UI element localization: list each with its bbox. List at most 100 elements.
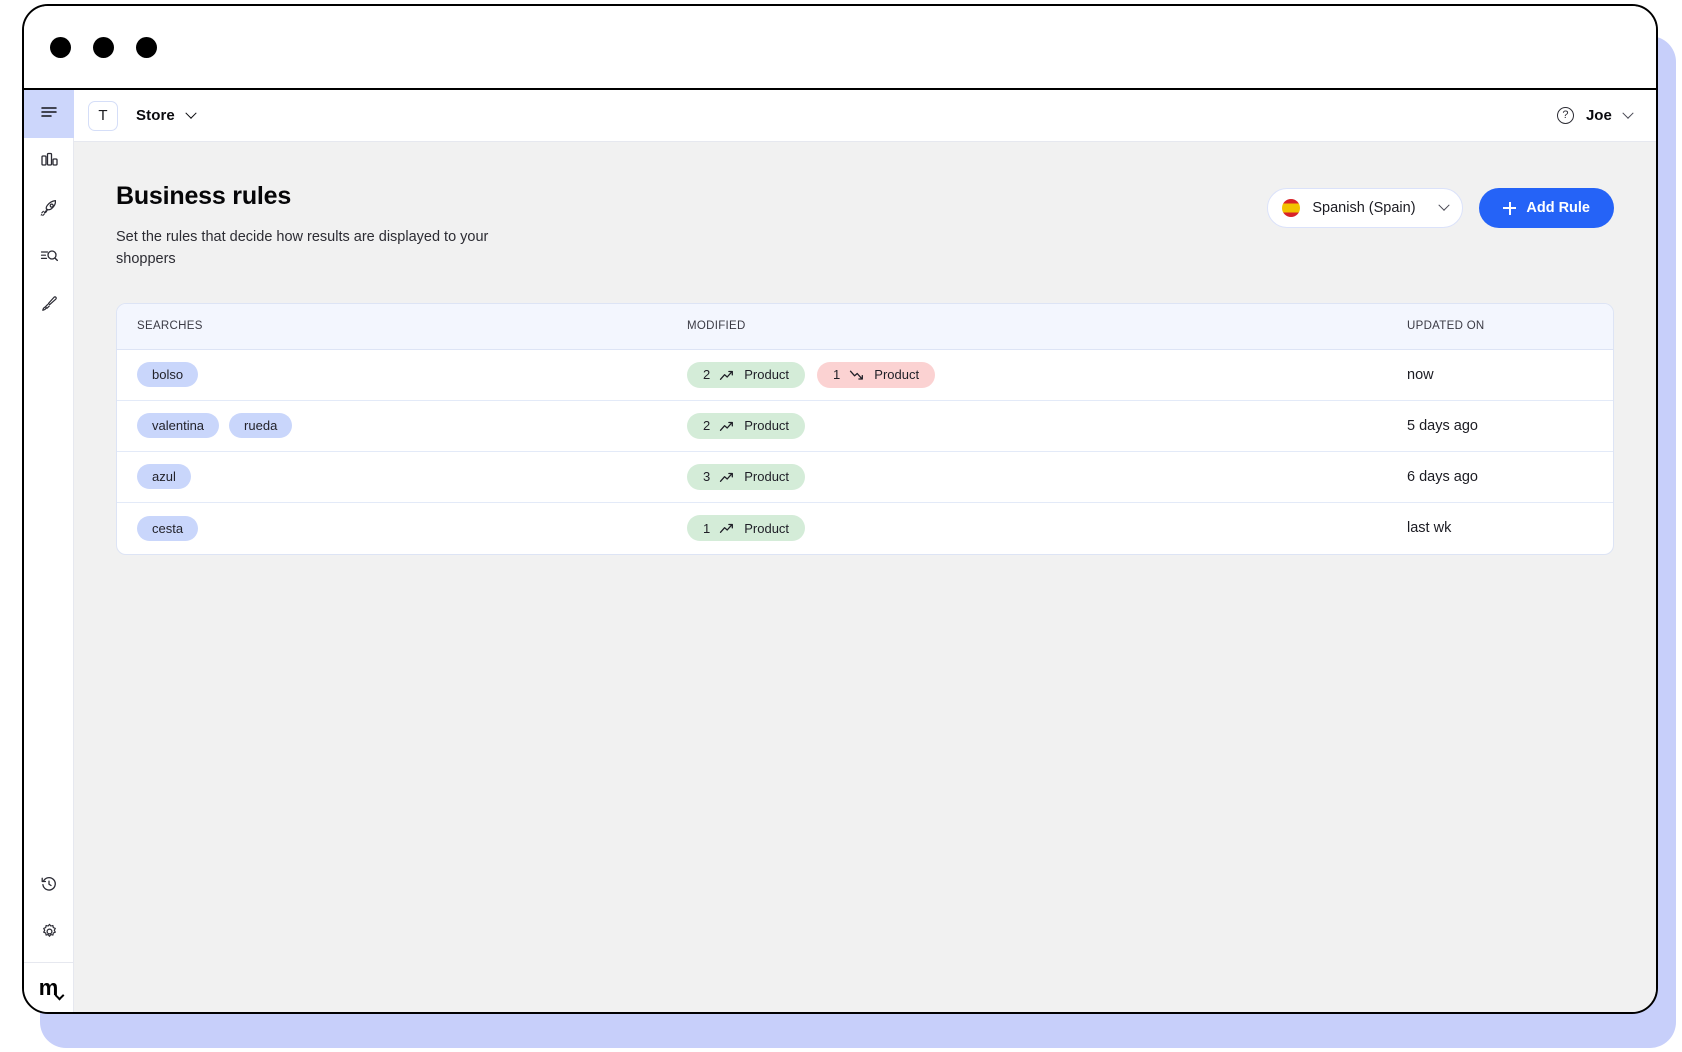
plus-icon (1503, 201, 1517, 215)
table-row[interactable]: valentina rueda 2 Product 5 days ago (117, 401, 1613, 452)
badge-count: 2 (703, 418, 711, 433)
spain-flag-icon (1282, 199, 1301, 217)
chevron-down-icon (185, 107, 197, 119)
store-switcher-label: Store (136, 107, 175, 124)
chevron-down-icon (1438, 199, 1451, 211)
search-term-list: bolso (137, 362, 687, 387)
sidebar-item-menu[interactable] (24, 90, 74, 138)
search-term-list: cesta (137, 515, 687, 541)
sidebar-item-history[interactable] (24, 862, 74, 910)
table-row[interactable]: cesta 1 Product last wk (117, 503, 1613, 554)
cell-modified: 2 Product 1 Product (687, 361, 1407, 388)
bar-chart-icon (40, 151, 59, 174)
search-term-pill[interactable]: rueda (229, 413, 293, 438)
cell-searches: bolso (117, 362, 687, 387)
modified-badge-list: 1 Product (687, 515, 1407, 541)
left-sidebar: m (24, 90, 74, 1012)
search-term-pill[interactable]: cesta (137, 515, 199, 541)
sidebar-item-analytics[interactable] (24, 138, 74, 186)
content-column: T Store ? Joe Business rules Set the rul… (74, 90, 1656, 1012)
cell-modified: 2 Product (687, 412, 1407, 439)
history-clock-icon (40, 875, 58, 898)
business-rules-table: SEARCHES MODIFIED UPDATED ON bolso 2 Produ… (116, 302, 1614, 555)
search-term-list: azul (137, 464, 687, 489)
badge-buried-products: 1 Product (817, 361, 936, 388)
page-content: Business rules Set the rules that decide… (74, 142, 1656, 1012)
sidebar-item-settings[interactable] (24, 910, 74, 958)
app-header: T Store ? Joe (74, 90, 1656, 142)
window-body: m T Store ? Joe Business rules Set the r… (24, 90, 1656, 1012)
gear-icon (40, 922, 59, 946)
cell-searches: valentina rueda (117, 413, 687, 438)
modified-badge-list: 2 Product (687, 412, 1407, 439)
cell-searches: cesta (117, 515, 687, 541)
column-header-modified: MODIFIED (687, 320, 746, 332)
trend-down-icon (849, 368, 865, 382)
window-controls (50, 36, 157, 58)
app-logo[interactable]: m (24, 962, 74, 1012)
screenshot-stage: m T Store ? Joe Business rules Set the r… (0, 0, 1682, 1052)
close-window-button[interactable] (50, 36, 71, 58)
add-rule-button[interactable]: Add Rule (1479, 188, 1614, 228)
trend-up-icon (719, 521, 735, 535)
cell-updated-on: now (1407, 366, 1434, 383)
hamburger-menu-icon (40, 105, 58, 124)
user-menu-label: Joe (1585, 107, 1612, 124)
sidebar-item-launch[interactable] (24, 186, 74, 234)
sidebar-bottom-group (24, 862, 73, 962)
page-title: Business rules (116, 182, 292, 210)
column-header-updated-on: UPDATED ON (1407, 320, 1485, 332)
maximize-window-button[interactable] (136, 36, 157, 58)
table-row[interactable]: bolso 2 Product 1 Product now (117, 350, 1613, 401)
language-selector-label: Spanish (Spain) (1312, 200, 1416, 216)
table-body: bolso 2 Product 1 Product now valentina rueda 2 P… (117, 350, 1613, 554)
page-subtitle: Set the rules that decide how results ar… (116, 229, 489, 267)
search-term-pill[interactable]: valentina (137, 413, 220, 438)
cell-modified: 1 Product (687, 515, 1407, 541)
browser-window: m T Store ? Joe Business rules Set the r… (22, 4, 1658, 1014)
trend-up-icon (719, 419, 735, 433)
badge-count: 3 (703, 469, 711, 484)
language-selector[interactable]: Spanish (Spain) (1267, 188, 1464, 228)
page-header-left: Business rules Set the rules that decide… (116, 182, 1267, 271)
search-term-list: valentina rueda (137, 413, 687, 438)
user-menu[interactable]: Joe (1585, 107, 1634, 124)
badge-count: 2 (703, 367, 711, 382)
badge-label: Product (744, 418, 790, 433)
help-glyph: ? (1562, 109, 1569, 121)
column-header-searches: SEARCHES (137, 320, 203, 332)
search-term-pill[interactable]: azul (137, 464, 191, 489)
store-switcher[interactable]: Store (136, 107, 197, 124)
rocket-icon (39, 198, 59, 223)
badge-label: Product (744, 469, 790, 484)
badge-count: 1 (833, 367, 841, 382)
page-header: Business rules Set the rules that decide… (116, 182, 1614, 271)
cell-updated-on: 6 days ago (1407, 468, 1478, 485)
badge-label: Product (744, 520, 790, 536)
sidebar-item-personalization[interactable] (24, 282, 74, 330)
chevron-down-icon (1622, 107, 1634, 119)
trend-up-icon (719, 368, 735, 382)
badge-boosted-products: 2 Product (687, 361, 806, 388)
cell-updated-on: 5 days ago (1407, 417, 1478, 434)
paintbrush-icon (39, 294, 59, 319)
badge-label: Product (874, 367, 920, 382)
minimize-window-button[interactable] (93, 36, 114, 58)
search-term-pill[interactable]: bolso (137, 362, 199, 387)
page-header-actions: Spanish (Spain) Add Rule (1267, 182, 1614, 228)
trend-up-icon (719, 470, 735, 484)
modified-badge-list: 2 Product 1 Product (687, 361, 1407, 388)
sidebar-item-search-insights[interactable] (24, 234, 74, 282)
sidebar-top-group (24, 90, 74, 330)
search-list-icon (39, 247, 59, 270)
badge-label: Product (744, 367, 790, 382)
store-initial: T (98, 107, 108, 124)
cell-searches: azul (117, 464, 687, 489)
badge-boosted-products: 1 Product (687, 515, 806, 541)
badge-boosted-products: 2 Product (687, 412, 806, 439)
table-row[interactable]: azul 3 Product 6 days ago (117, 452, 1613, 503)
badge-boosted-products: 3 Product (687, 463, 806, 490)
badge-count: 1 (703, 520, 711, 536)
help-icon[interactable]: ? (1556, 107, 1574, 124)
store-avatar[interactable]: T (88, 100, 118, 131)
